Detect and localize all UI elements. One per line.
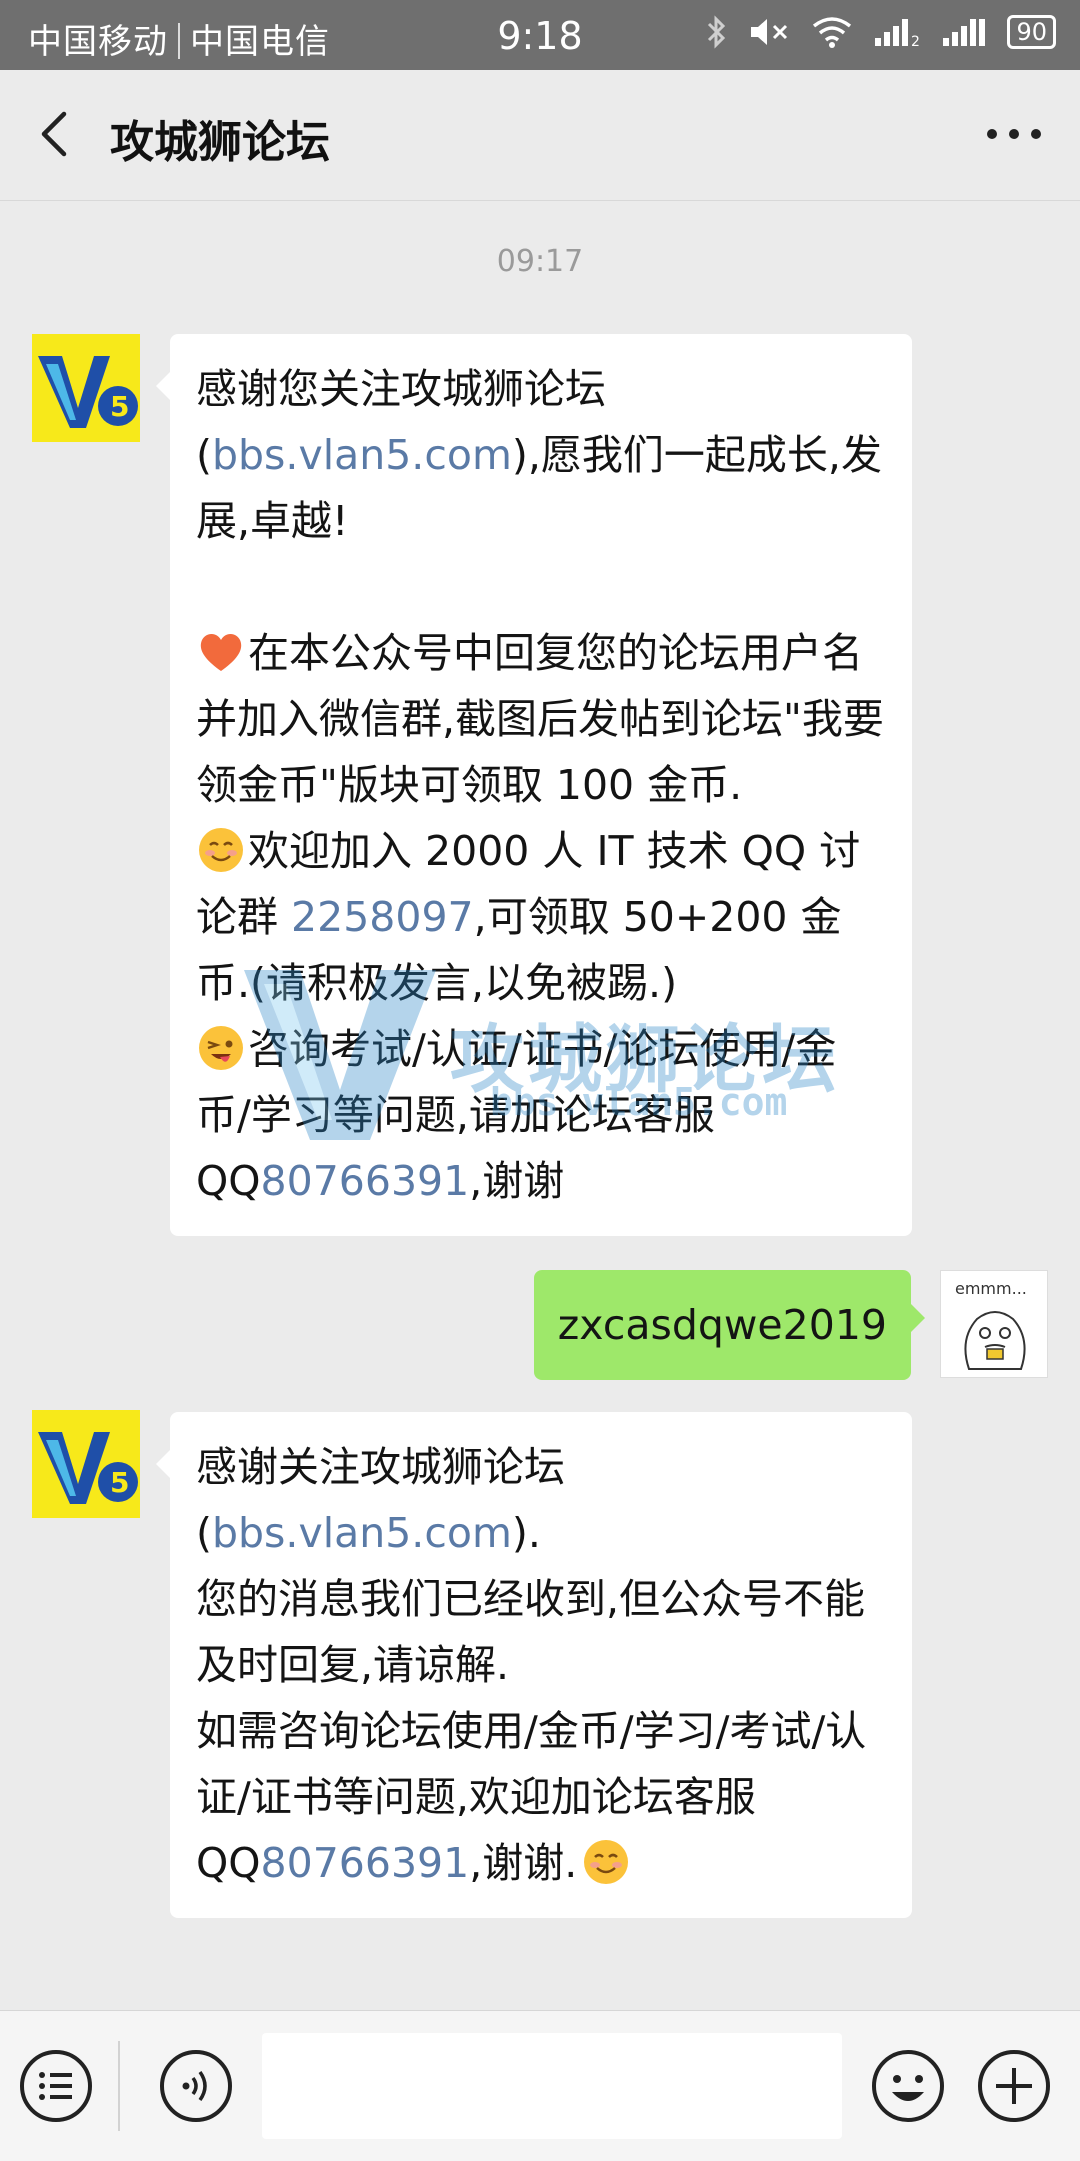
signal-icon-1: 2 bbox=[875, 19, 920, 48]
message-1-paragraph-3: 欢迎加入 2000 人 IT 技术 QQ 讨论群 2258097,可领取 50+… bbox=[196, 818, 886, 1016]
paragraph-4-text-end: ,谢谢 bbox=[469, 1157, 565, 1205]
service-qq-number[interactable]: 80766391 bbox=[261, 1157, 470, 1205]
msg2-contact-end: ,谢谢. bbox=[469, 1839, 578, 1887]
svg-text:5: 5 bbox=[110, 390, 129, 423]
svg-text:5: 5 bbox=[110, 1466, 129, 1499]
v5-logo-icon: 5 bbox=[32, 1410, 140, 1518]
signal-icon-2 bbox=[943, 19, 986, 46]
forum-link-2[interactable]: bbs.vlan5.com bbox=[212, 1509, 512, 1557]
v5-logo-icon: 5 bbox=[32, 334, 140, 442]
message-2-line-1: 感谢关注攻城狮论坛(bbs.vlan5.com). bbox=[196, 1434, 886, 1566]
paragraph-2-text: 在本公众号中回复您的论坛用户名并加入微信群,截图后发帖到论坛"我要领金币"版块可… bbox=[196, 629, 884, 809]
official-account-avatar-2[interactable]: 5 bbox=[32, 1410, 140, 1518]
heart-icon bbox=[200, 634, 242, 671]
qq-group-number[interactable]: 2258097 bbox=[291, 893, 474, 941]
back-arrow-icon[interactable] bbox=[30, 108, 82, 160]
outgoing-message[interactable]: zxcasdqwe2019 bbox=[533, 1270, 926, 1380]
message-1-greeting: 感谢您关注攻城狮论坛(bbs.vlan5.com),愿我们一起成长,发展,卓越! bbox=[196, 356, 886, 554]
message-timestamp: 09:17 bbox=[496, 244, 584, 279]
msg2-greeting-end: ). bbox=[511, 1509, 541, 1557]
svg-text:2: 2 bbox=[911, 34, 920, 48]
battery-indicator: 90 bbox=[1007, 15, 1056, 49]
incoming-message-2[interactable]: 感谢关注攻城狮论坛(bbs.vlan5.com). 您的消息我们已经收到,但公众… bbox=[156, 1412, 912, 1918]
bluetooth-icon bbox=[708, 15, 726, 49]
more-options-icon[interactable] bbox=[984, 112, 1044, 156]
voice-input-icon[interactable] bbox=[158, 2048, 234, 2124]
smile-emoji-icon bbox=[584, 1840, 629, 1884]
input-bar bbox=[0, 2010, 1080, 2161]
mute-icon bbox=[751, 19, 788, 45]
wink-emoji-icon bbox=[199, 1026, 243, 1070]
message-2-line-3: 如需咨询论坛使用/金币/学习/考试/认证/证书等问题,欢迎加论坛客服 QQ807… bbox=[196, 1698, 886, 1896]
message-1-paragraph-4: 咨询考试/认证/证书/论坛使用/金币/学习等问题,请加论坛客服 QQ807663… bbox=[196, 1016, 886, 1214]
message-input-field[interactable] bbox=[262, 2033, 842, 2139]
outgoing-message-text: zxcasdqwe2019 bbox=[557, 1301, 887, 1349]
emoji-picker-icon[interactable] bbox=[870, 2048, 946, 2124]
service-qq-number-2[interactable]: 80766391 bbox=[261, 1839, 470, 1887]
add-attachment-icon[interactable] bbox=[976, 2048, 1052, 2124]
message-2-line-2: 您的消息我们已经收到,但公众号不能及时回复,请谅解. bbox=[196, 1575, 866, 1689]
forum-link[interactable]: bbs.vlan5.com bbox=[212, 431, 512, 479]
user-avatar[interactable]: emmm... bbox=[940, 1270, 1048, 1378]
meme-face-icon bbox=[964, 1311, 1026, 1370]
smile-emoji-icon bbox=[199, 828, 243, 872]
avatar-caption: emmm... bbox=[955, 1279, 1027, 1298]
wifi-icon bbox=[813, 17, 852, 48]
chat-header: 攻城狮论坛 bbox=[0, 70, 1080, 201]
official-account-avatar[interactable]: 5 bbox=[32, 334, 140, 442]
input-bar-divider bbox=[118, 2041, 120, 2131]
incoming-message-1[interactable]: 感谢您关注攻城狮论坛(bbs.vlan5.com),愿我们一起成长,发展,卓越!… bbox=[156, 334, 912, 1236]
chat-title: 攻城狮论坛 bbox=[110, 117, 330, 168]
menu-list-icon[interactable] bbox=[18, 2048, 94, 2124]
status-icons: 2 90 bbox=[705, 14, 1056, 50]
status-bar: 中国移动 中国电信 9:18 2 90 bbox=[0, 0, 1080, 70]
message-1-paragraph-2: 在本公众号中回复您的论坛用户名并加入微信群,截图后发帖到论坛"我要领金币"版块可… bbox=[196, 620, 886, 818]
